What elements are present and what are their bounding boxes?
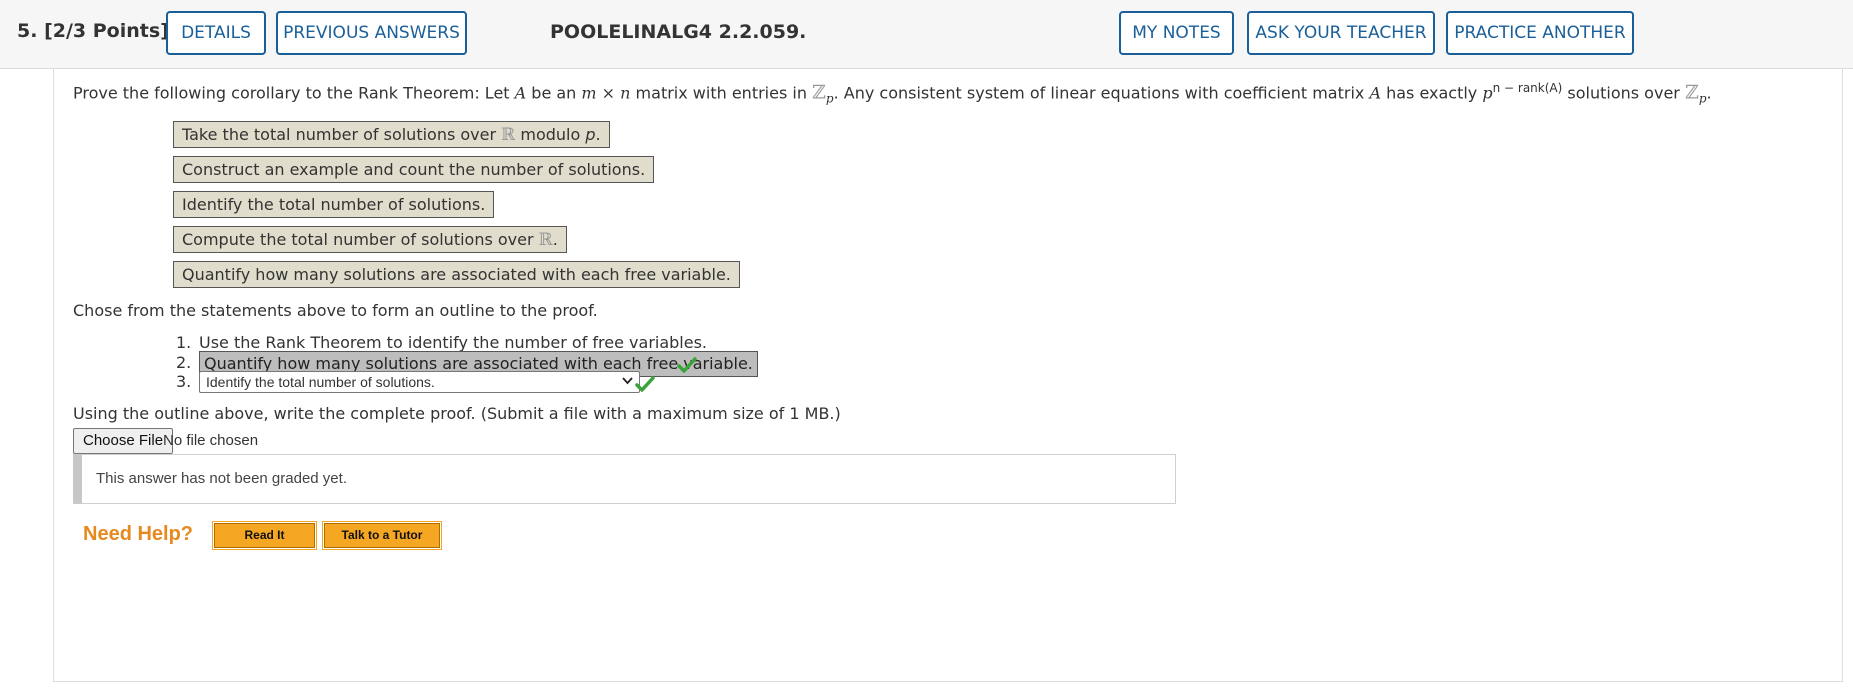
details-button[interactable]: DETAILS bbox=[166, 11, 266, 55]
file-status: No file chosen bbox=[163, 432, 259, 449]
prompt-field-subscript: p bbox=[1698, 91, 1707, 106]
real-numbers-symbol: ℝ bbox=[501, 125, 516, 145]
statement-tile[interactable]: Take the total number of solutions over … bbox=[173, 121, 610, 148]
prompt-field-symbol: ℤ bbox=[812, 81, 826, 104]
prompt-text: be an bbox=[526, 83, 582, 103]
tile-text: Take the total number of solutions over bbox=[182, 125, 502, 144]
my-notes-button[interactable]: MY NOTES bbox=[1119, 11, 1234, 55]
prompt-base: p bbox=[1482, 83, 1493, 103]
prompt-var-a: A bbox=[1369, 83, 1381, 103]
statement-tile[interactable]: Identify the total number of solutions. bbox=[173, 191, 495, 218]
prompt-var-a: A bbox=[514, 83, 527, 103]
prompt-exponent: n − rank(A) bbox=[1492, 81, 1563, 95]
question-id: POOLELINALG4 2.2.059. bbox=[550, 21, 807, 43]
need-help-label: Need Help? bbox=[83, 523, 194, 545]
question-number-label: 5. [2/3 Points] bbox=[17, 20, 169, 42]
prompt-field-subscript: p bbox=[825, 91, 834, 106]
grading-status-text: This answer has not been graded yet. bbox=[96, 470, 347, 487]
tile-text: Compute the total number of solutions ov… bbox=[182, 230, 539, 249]
prompt-dims: m × n bbox=[581, 83, 631, 103]
statement-tile[interactable]: Construct an example and count the numbe… bbox=[173, 156, 655, 183]
proof-instruction: Using the outline above, write the compl… bbox=[73, 404, 841, 423]
question-prompt: Prove the following corollary to the Ran… bbox=[73, 81, 1712, 106]
outline-number: 1. bbox=[176, 333, 192, 352]
outline-item-1: Use the Rank Theorem to identify the num… bbox=[199, 333, 708, 352]
grading-status-box: This answer has not been graded yet. bbox=[73, 454, 1176, 504]
prompt-text: . bbox=[1706, 83, 1712, 103]
tile-text: modulo bbox=[515, 125, 586, 144]
tile-text: . bbox=[552, 230, 558, 249]
practice-another-button[interactable]: PRACTICE ANOTHER bbox=[1446, 11, 1634, 55]
statement-tile[interactable]: Compute the total number of solutions ov… bbox=[173, 226, 567, 253]
outline-instruction: Chose from the statements above to form … bbox=[73, 301, 598, 320]
chevron-down-icon bbox=[622, 377, 633, 385]
tile-text: . bbox=[595, 125, 601, 144]
previous-answers-button[interactable]: PREVIOUS ANSWERS bbox=[276, 11, 467, 55]
points-label: [2/3 Points] bbox=[44, 20, 169, 42]
select-value: Identify the total number of solutions. bbox=[206, 374, 435, 390]
statement-tile[interactable]: Quantify how many solutions are associat… bbox=[173, 261, 740, 288]
read-it-button[interactable]: Read It bbox=[212, 521, 317, 550]
prompt-text: solutions over bbox=[1562, 83, 1685, 103]
prompt-text: Prove the following corollary to the Ran… bbox=[73, 83, 515, 103]
choose-file-button[interactable]: Choose File bbox=[73, 428, 174, 454]
prompt-text: has exactly bbox=[1381, 83, 1483, 103]
prompt-text: matrix with entries in bbox=[630, 83, 813, 103]
outline-select-3[interactable]: Identify the total number of solutions. bbox=[199, 371, 640, 393]
talk-to-tutor-button[interactable]: Talk to a Tutor bbox=[322, 521, 442, 550]
ask-your-teacher-button[interactable]: ASK YOUR TEACHER bbox=[1247, 11, 1435, 55]
tile-var-p: p bbox=[585, 125, 596, 144]
correct-check-icon bbox=[677, 357, 697, 373]
question-number: 5. bbox=[17, 20, 38, 42]
question-header: 5. [2/3 Points] DETAILS PREVIOUS ANSWERS… bbox=[0, 0, 1853, 69]
correct-check-icon bbox=[635, 376, 655, 392]
outline-number: 3. bbox=[176, 372, 192, 391]
prompt-text: . Any consistent system of linear equati… bbox=[833, 83, 1370, 103]
question-body: Prove the following corollary to the Ran… bbox=[53, 68, 1843, 682]
prompt-field-symbol: ℤ bbox=[1684, 81, 1699, 104]
outline-number: 2. bbox=[176, 353, 192, 372]
real-numbers-symbol: ℝ bbox=[538, 230, 553, 250]
